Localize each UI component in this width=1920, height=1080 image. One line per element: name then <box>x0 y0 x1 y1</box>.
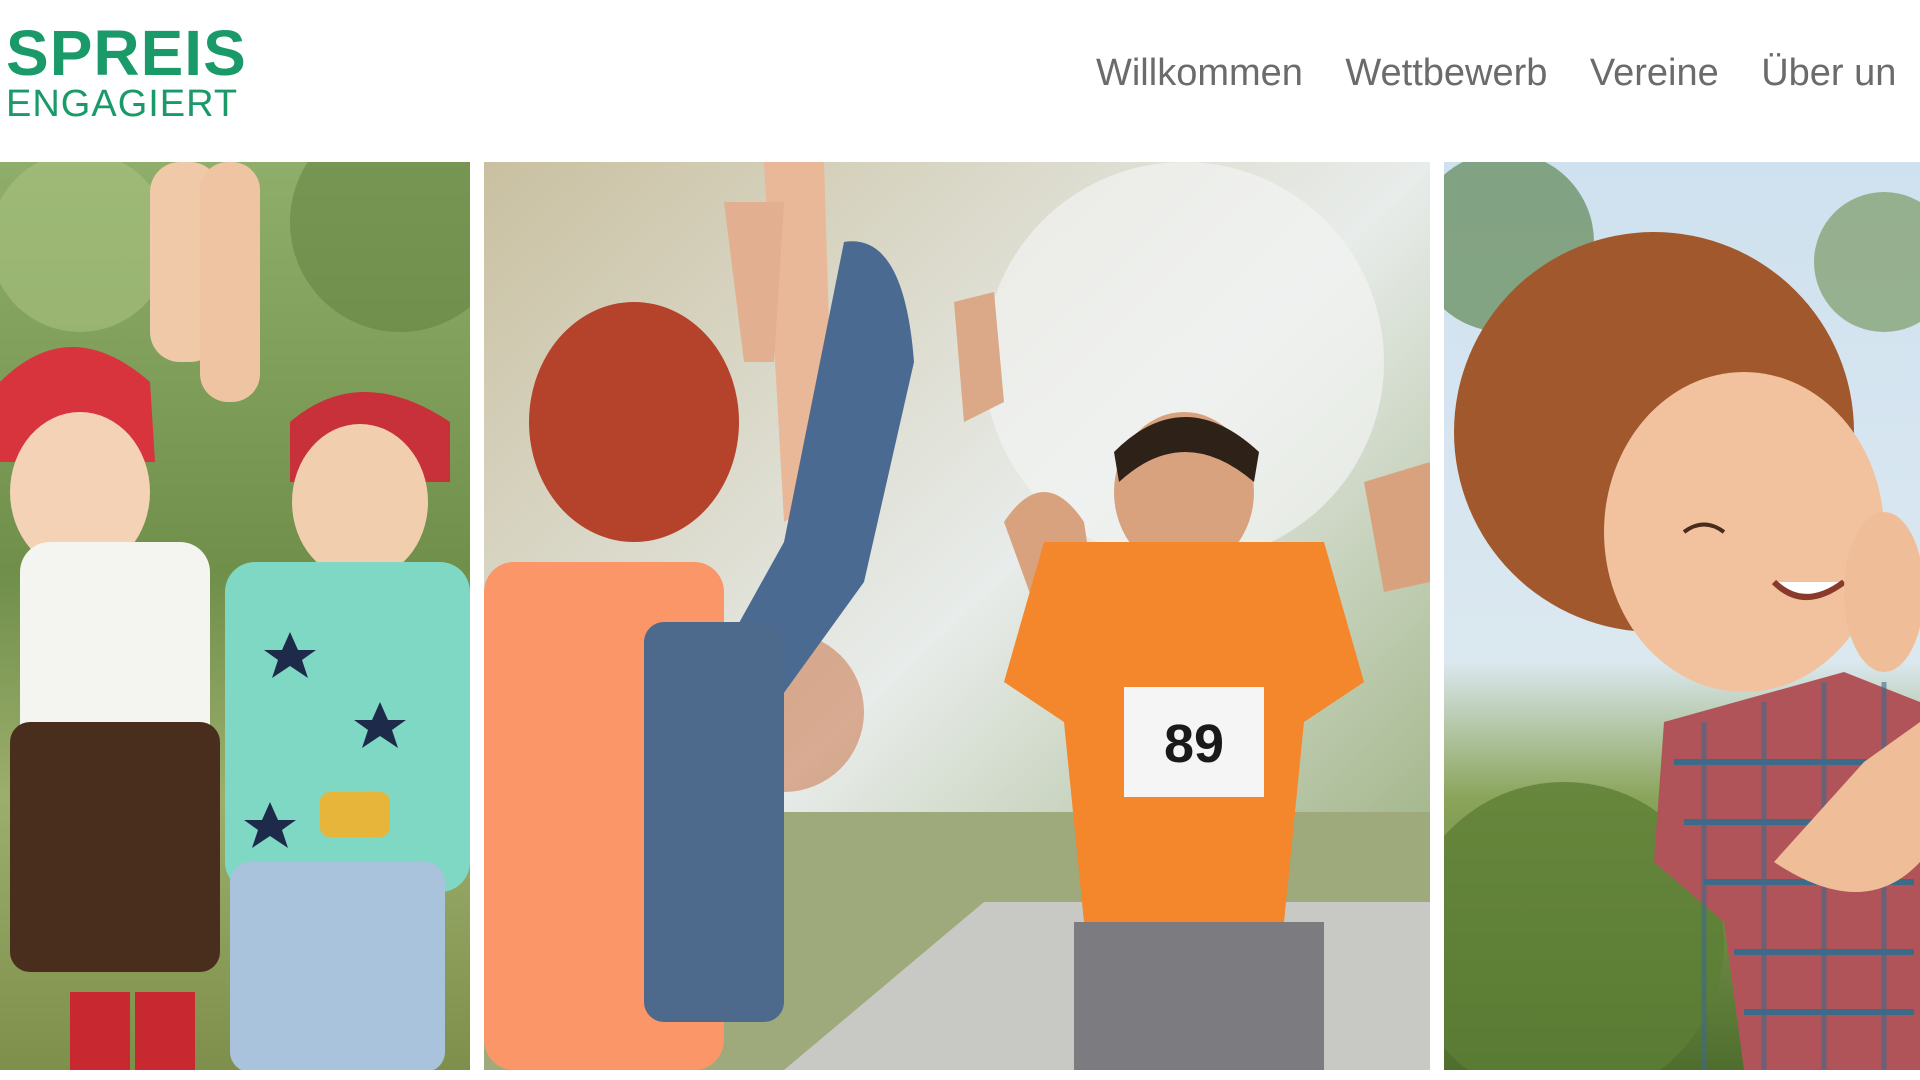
brand-logo[interactable]: SPREIS ENGAGIERT <box>6 17 247 125</box>
nav-item-willkommen[interactable]: Willkommen <box>1096 52 1303 95</box>
site-header: SPREIS ENGAGIERT Willkommen Wettbewerb V… <box>0 0 1920 160</box>
photo-runner-high-five: 89 <box>484 162 1430 1070</box>
main-navigation: Willkommen Wettbewerb Vereine Über un <box>1096 52 1920 95</box>
nav-item-vereine[interactable]: Vereine <box>1590 52 1719 95</box>
nav-item-wettbewerb[interactable]: Wettbewerb <box>1345 52 1547 95</box>
photo-children-cheering <box>0 162 470 1070</box>
logo-text-top: SPREIS <box>6 17 247 89</box>
bib-number: 89 <box>1164 714 1224 774</box>
nav-item-ueber-uns[interactable]: Über un <box>1761 52 1896 95</box>
logo-text-bottom: ENGAGIERT <box>6 83 239 125</box>
photo-smiling-boy <box>1444 162 1920 1070</box>
